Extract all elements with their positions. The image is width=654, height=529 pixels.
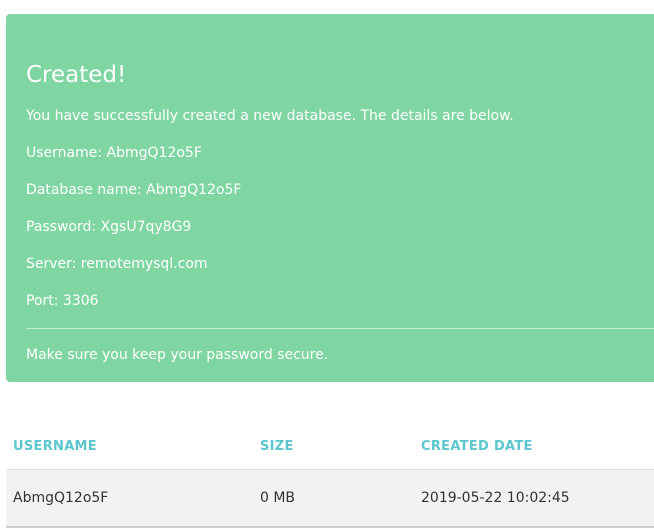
success-alert: Created! You have successfully created a… [6, 14, 654, 382]
cell-size: 0 MB [253, 469, 414, 528]
alert-intro: You have successfully created a new data… [26, 108, 514, 124]
alert-database-name: Database name: AbmgQ12o5F [26, 182, 242, 198]
table-header-row: USERNAME SIZE CREATED DATE [6, 423, 654, 470]
alert-password: Password: XgsU7qy8G9 [26, 219, 192, 235]
alert-security-note: Make sure you keep your password secure. [26, 347, 329, 363]
column-header-created-date: CREATED DATE [421, 438, 533, 454]
cell-created-date: 2019-05-22 10:02:45 [414, 469, 654, 528]
alert-server: Server: remotemysql.com [26, 256, 208, 272]
column-header-size: SIZE [260, 438, 294, 454]
alert-username: Username: AbmgQ12o5F [26, 145, 202, 161]
alert-port: Port: 3306 [26, 293, 99, 309]
alert-divider [26, 328, 654, 329]
databases-table: USERNAME SIZE CREATED DATE AbmgQ12o5F 0 … [6, 423, 654, 528]
column-header-username: USERNAME [13, 438, 97, 454]
table-row[interactable]: AbmgQ12o5F 0 MB 2019-05-22 10:02:45 [6, 469, 654, 528]
cell-username: AbmgQ12o5F [6, 469, 253, 528]
alert-title: Created! [26, 62, 127, 88]
